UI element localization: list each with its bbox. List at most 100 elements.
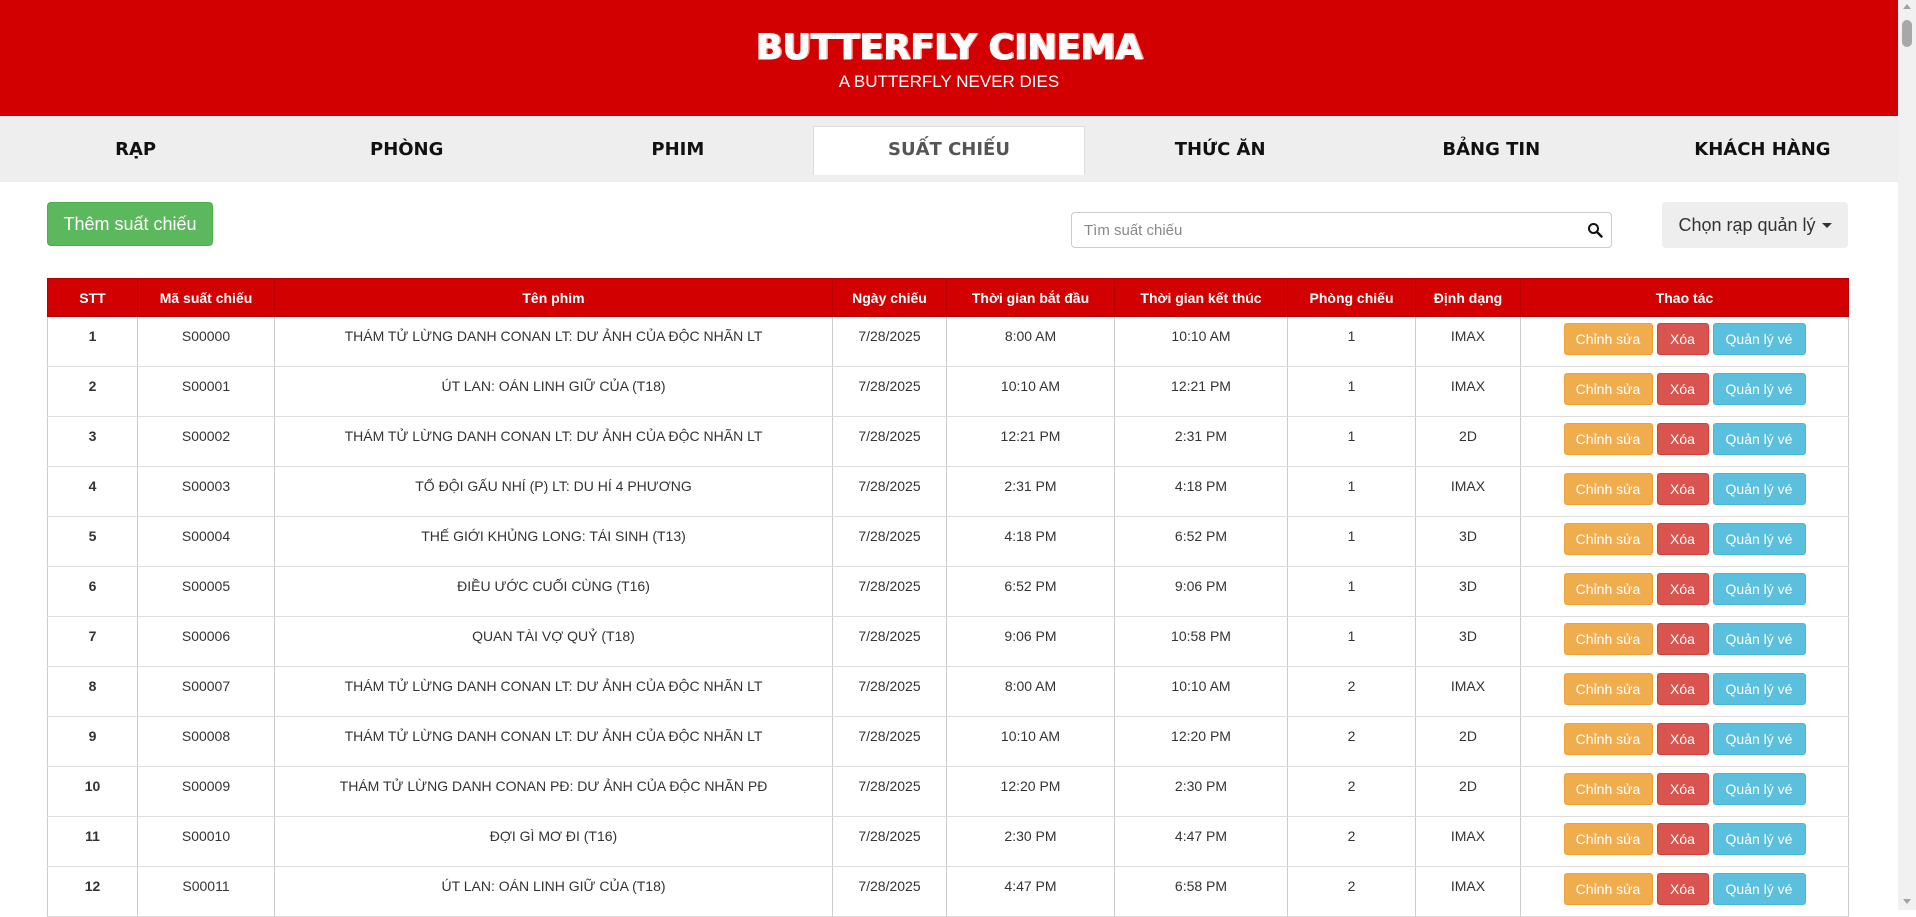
manage-tickets-button[interactable]: Quản lý vé <box>1712 473 1806 505</box>
column-header: Tên phim <box>274 278 833 317</box>
room-number: 2 <box>1287 766 1416 817</box>
row-actions: Chỉnh sửa Xóa Quản lý vé <box>1520 416 1849 467</box>
edit-button[interactable]: Chỉnh sửa <box>1563 873 1653 905</box>
delete-button[interactable]: Xóa <box>1656 623 1709 655</box>
manage-tickets-button[interactable]: Quản lý vé <box>1712 373 1806 405</box>
start-time: 8:00 AM <box>946 316 1115 367</box>
delete-button[interactable]: Xóa <box>1656 423 1709 455</box>
show-date: 7/28/2025 <box>832 816 947 867</box>
row-stt: 10 <box>47 766 138 817</box>
end-time: 9:06 PM <box>1114 566 1288 617</box>
start-time: 8:00 AM <box>946 666 1115 717</box>
row-stt: 1 <box>47 316 138 367</box>
end-time: 10:10 AM <box>1114 666 1288 717</box>
end-time: 12:20 PM <box>1114 716 1288 767</box>
show-date: 7/28/2025 <box>832 316 947 367</box>
manage-tickets-button[interactable]: Quản lý vé <box>1712 773 1806 805</box>
room-number: 2 <box>1287 666 1416 717</box>
room-number: 1 <box>1287 416 1416 467</box>
room-number: 1 <box>1287 316 1416 367</box>
movie-title: THÁM TỬ LỪNG DANH CONAN PĐ: DƯ ẢNH CỦA Đ… <box>274 766 833 817</box>
table-row: 2 S00001 ÚT LAN: OÁN LINH GIỮ CỦA (T18) 7/2… <box>47 366 1849 417</box>
edit-button[interactable]: Chỉnh sửa <box>1563 473 1653 505</box>
format: IMAX <box>1415 666 1521 717</box>
showtime-code: S00000 <box>137 316 275 367</box>
start-time: 12:21 PM <box>946 416 1115 467</box>
scroll-up-arrow-icon[interactable] <box>1903 4 1911 9</box>
edit-button[interactable]: Chỉnh sửa <box>1563 723 1653 755</box>
room-number: 2 <box>1287 816 1416 867</box>
manage-tickets-button[interactable]: Quản lý vé <box>1712 673 1806 705</box>
row-stt: 8 <box>47 666 138 717</box>
nav-item-khach-hang[interactable]: KHÁCH HÀNG <box>1627 116 1898 182</box>
movie-title: QUAN TÀI VỢ QUỶ (T18) <box>274 616 833 667</box>
row-stt: 9 <box>47 716 138 767</box>
start-time: 2:31 PM <box>946 466 1115 517</box>
delete-button[interactable]: Xóa <box>1656 573 1709 605</box>
nav-item-thuc-an[interactable]: THỨC ĂN <box>1085 116 1356 182</box>
nav-item-phong[interactable]: PHÒNG <box>271 116 542 182</box>
showtime-code: S00005 <box>137 566 275 617</box>
start-time: 9:06 PM <box>946 616 1115 667</box>
delete-button[interactable]: Xóa <box>1656 373 1709 405</box>
edit-button[interactable]: Chỉnh sửa <box>1563 573 1653 605</box>
nav-item-phim[interactable]: PHIM <box>542 116 813 182</box>
nav-item-suat-chieu[interactable]: SUẤT CHIẾU <box>813 116 1085 182</box>
nav-item-label: SUẤT CHIẾU <box>888 138 1010 160</box>
add-showtime-button[interactable]: Thêm suất chiếu <box>47 202 213 246</box>
edit-button[interactable]: Chỉnh sửa <box>1563 823 1653 855</box>
format: 2D <box>1415 416 1521 467</box>
delete-button[interactable]: Xóa <box>1656 723 1709 755</box>
delete-button[interactable]: Xóa <box>1656 523 1709 555</box>
delete-button[interactable]: Xóa <box>1656 823 1709 855</box>
nav-item-bang-tin[interactable]: BẢNG TIN <box>1356 116 1627 182</box>
edit-button[interactable]: Chỉnh sửa <box>1563 773 1653 805</box>
delete-button[interactable]: Xóa <box>1656 773 1709 805</box>
search-input[interactable] <box>1072 213 1596 247</box>
manage-tickets-button[interactable]: Quản lý vé <box>1712 873 1806 905</box>
row-stt: 3 <box>47 416 138 467</box>
delete-button[interactable]: Xóa <box>1656 673 1709 705</box>
manage-tickets-button[interactable]: Quản lý vé <box>1712 573 1806 605</box>
start-time: 4:18 PM <box>946 516 1115 567</box>
table-row: 9 S00008 THÁM TỬ LỪNG DANH CONAN LT: DƯ ẢN… <box>47 716 1849 767</box>
edit-button[interactable]: Chỉnh sửa <box>1563 523 1653 555</box>
movie-title: ÚT LAN: OÁN LINH GIỮ CỦA (T18) <box>274 366 833 417</box>
table-row: 10 S00009 THÁM TỬ LỪNG DANH CONAN PĐ: DƯ Ả… <box>47 766 1849 817</box>
show-date: 7/28/2025 <box>832 516 947 567</box>
edit-button[interactable]: Chỉnh sửa <box>1563 673 1653 705</box>
edit-button[interactable]: Chỉnh sửa <box>1563 323 1653 355</box>
delete-button[interactable]: Xóa <box>1656 873 1709 905</box>
cinema-select-dropdown[interactable]: Chọn rạp quản lý <box>1662 202 1848 248</box>
row-stt: 6 <box>47 566 138 617</box>
start-time: 6:52 PM <box>946 566 1115 617</box>
manage-tickets-button[interactable]: Quản lý vé <box>1712 323 1806 355</box>
manage-tickets-button[interactable]: Quản lý vé <box>1712 523 1806 555</box>
manage-tickets-button[interactable]: Quản lý vé <box>1712 423 1806 455</box>
row-stt: 2 <box>47 366 138 417</box>
edit-button[interactable]: Chỉnh sửa <box>1563 373 1653 405</box>
start-time: 2:30 PM <box>946 816 1115 867</box>
show-date: 7/28/2025 <box>832 416 947 467</box>
column-header: Mã suất chiếu <box>137 278 275 317</box>
scroll-thumb[interactable] <box>1902 20 1912 47</box>
movie-title: THÁM TỬ LỪNG DANH CONAN LT: DƯ ẢNH CỦA Đ… <box>274 416 833 467</box>
edit-button[interactable]: Chỉnh sửa <box>1563 623 1653 655</box>
manage-tickets-button[interactable]: Quản lý vé <box>1712 723 1806 755</box>
delete-button[interactable]: Xóa <box>1656 323 1709 355</box>
nav-item-rap[interactable]: RẠP <box>0 116 271 182</box>
showtime-code: S00002 <box>137 416 275 467</box>
showtime-code: S00004 <box>137 516 275 567</box>
manage-tickets-button[interactable]: Quản lý vé <box>1712 623 1806 655</box>
search-icon[interactable] <box>1587 222 1603 238</box>
delete-button[interactable]: Xóa <box>1656 473 1709 505</box>
brand-logo[interactable]: BUTTERFLY CINEMA <box>0 28 1898 69</box>
page-scrollbar[interactable] <box>1898 0 1916 910</box>
manage-tickets-button[interactable]: Quản lý vé <box>1712 823 1806 855</box>
movie-title: ĐIỀU ƯỚC CUỐI CÙNG (T16) <box>274 566 833 617</box>
edit-button[interactable]: Chỉnh sửa <box>1563 423 1653 455</box>
scroll-down-arrow-icon[interactable] <box>1903 899 1911 904</box>
end-time: 4:47 PM <box>1114 816 1288 867</box>
room-number: 2 <box>1287 866 1416 917</box>
start-time: 4:47 PM <box>946 866 1115 917</box>
